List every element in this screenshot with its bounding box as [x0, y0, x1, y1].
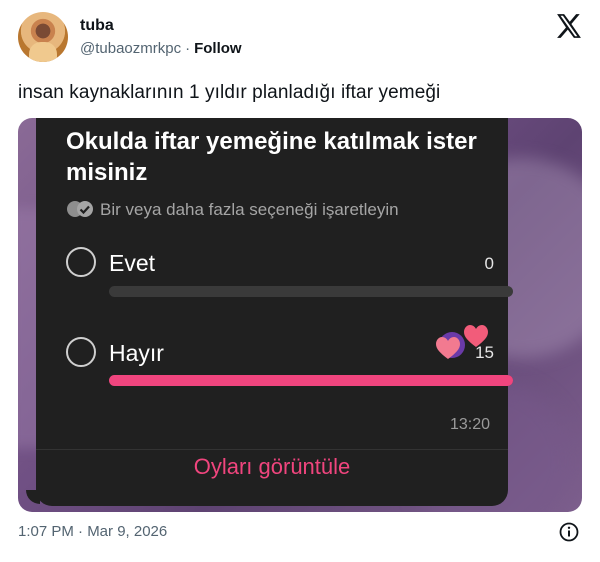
poll-question: Okulda iftar yemeğine katılmak ister mis…	[66, 128, 477, 186]
tweet-text: insan kaynaklarının 1 yıldır planladığı …	[18, 82, 441, 103]
author-handle[interactable]: @tubaozmrkpc	[80, 40, 181, 57]
poll-hint: Bir veya daha fazla seçeneği işaretleyin	[66, 200, 399, 220]
poll-option-count-evet: 0	[484, 254, 494, 273]
poll-option-radio-evet[interactable]	[66, 247, 96, 277]
divider	[36, 449, 508, 450]
follow-button[interactable]: Follow	[194, 40, 242, 57]
poll-option-label-hayir: Hayır	[109, 340, 164, 366]
author-name[interactable]: tuba	[80, 17, 114, 35]
poll-option-label-evet: Evet	[109, 250, 156, 276]
avatar[interactable]	[18, 12, 68, 62]
view-votes-button[interactable]: Oyları görüntüle	[36, 454, 508, 480]
poll-bar-fill-hayir	[109, 375, 513, 386]
x-logo-icon[interactable]	[556, 14, 582, 38]
poll-option-count-hayir: 15	[475, 343, 494, 362]
message-time: 13:20	[449, 416, 490, 433]
author-handle-row: @tubaozmrkpc · Follow	[80, 40, 242, 57]
tweet-timestamp[interactable]: 1:07 PM · Mar 9, 2026	[18, 523, 167, 540]
avatar-figure	[29, 42, 57, 62]
poll-bubble: Okulda iftar yemeğine katılmak ister mis…	[36, 118, 513, 506]
tweet-card: tuba @tubaozmrkpc · Follow insan kaynaklar…	[0, 0, 600, 562]
separator-dot: ·	[185, 40, 191, 57]
tweet-media-screenshot[interactable]: Okulda iftar yemeğine katılmak ister mis…	[18, 118, 582, 512]
poll-option-radio-hayir[interactable]	[66, 337, 96, 367]
poll-bar-hayir	[109, 375, 513, 386]
poll-bar-evet	[109, 286, 513, 297]
info-icon[interactable]	[559, 522, 579, 542]
double-check-icon	[67, 201, 93, 217]
poll-hint-text: Bir veya daha fazla seçeneği işaretleyin	[100, 200, 399, 219]
